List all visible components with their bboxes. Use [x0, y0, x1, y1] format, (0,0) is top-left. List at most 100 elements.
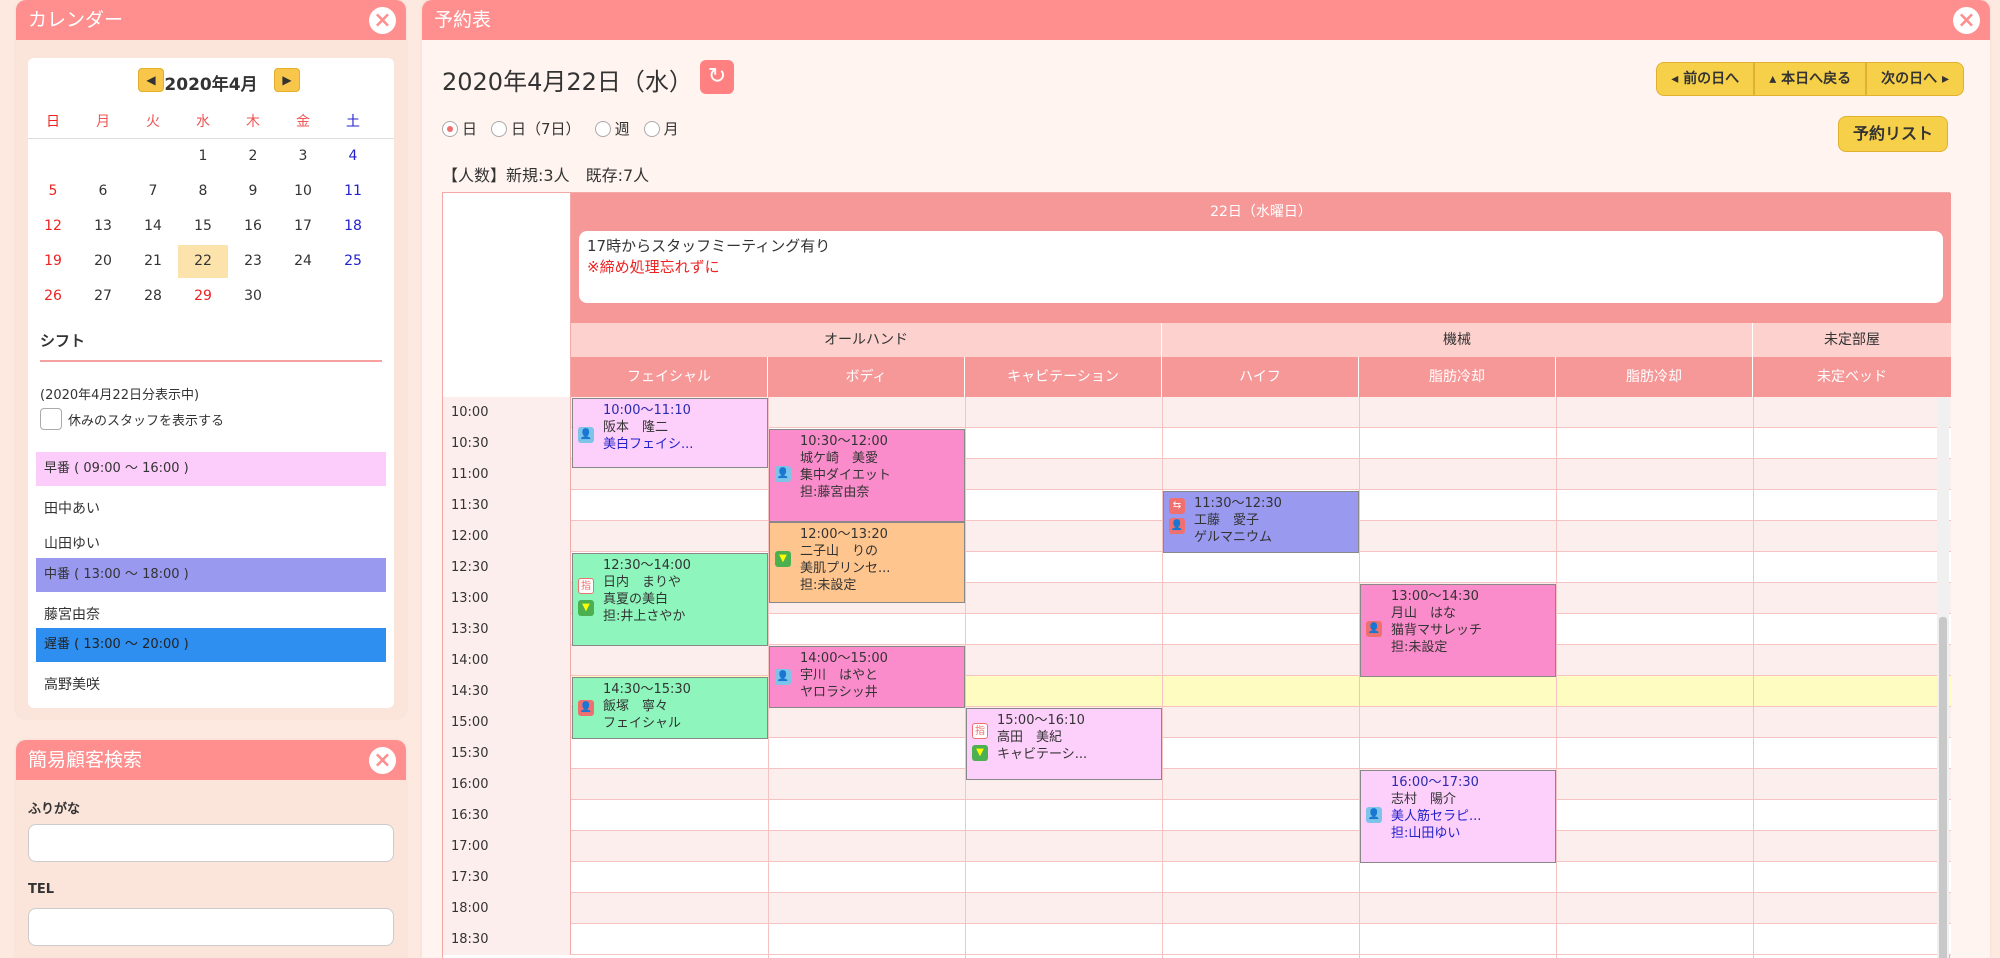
person-icon: 👤 [1366, 621, 1382, 637]
calendar-day[interactable]: 18 [328, 210, 378, 243]
close-search-icon[interactable]: × [369, 747, 396, 774]
show-off-staff-checkbox[interactable] [40, 408, 62, 430]
calendar-day[interactable]: 13 [78, 210, 128, 243]
calendar-day[interactable]: 25 [328, 245, 378, 278]
appointment-card[interactable]: ▼ 12:00〜13:20 二子山 りの 美肌プリンセ... 担:未設定 [769, 522, 965, 603]
close-reservation-icon[interactable]: × [1953, 7, 1980, 34]
calendar-day[interactable]: 21 [128, 245, 178, 278]
appointment-time: 16:00〜17:30 [1391, 775, 1479, 790]
calendar-day[interactable]: 29 [178, 280, 228, 313]
calendar-day[interactable]: 1 [178, 140, 228, 173]
appointment-card[interactable]: 👤 10:30〜12:00 城ケ崎 美愛 集中ダイエット 担:藤宮由奈 [769, 429, 965, 522]
next-day-button[interactable]: 次の日へ ▸ [1866, 62, 1964, 96]
time-row[interactable]: 14:00 [443, 645, 1951, 676]
group-machine: 機械 [1162, 323, 1753, 357]
customer-search-panel: 簡易顧客検索 × ふりがな TEL [16, 740, 406, 958]
col-body: ボディ [768, 357, 965, 397]
calendar-day[interactable]: 5 [28, 175, 78, 208]
menu-name: フェイシャル [603, 716, 682, 731]
kana-input[interactable] [28, 824, 394, 862]
time-row[interactable]: 16:30 [443, 800, 1951, 831]
calendar-day[interactable]: 24 [278, 245, 328, 278]
calendar-day[interactable]: 11 [328, 175, 378, 208]
view-label: 日 [462, 120, 478, 138]
weekday-sat: 土 [346, 113, 360, 130]
view-month-radio[interactable]: 月 [643, 118, 679, 139]
calendar-day[interactable]: 26 [28, 280, 78, 313]
calendar-day[interactable]: 20 [78, 245, 128, 278]
calendar-week: 5 6 7 8 9 10 11 [28, 174, 394, 209]
shift-title: シフト [40, 332, 86, 350]
customer-name: 志村 陽介 [1391, 792, 1457, 807]
view-7day-radio[interactable]: 日（7日） [491, 118, 581, 139]
calendar-day-selected[interactable]: 22 [178, 245, 228, 278]
view-day-radio[interactable]: 日 [442, 118, 477, 139]
repeat-icon: ⇆ [1169, 498, 1185, 514]
today-button[interactable]: ▴ 本日へ戻る [1754, 62, 1867, 96]
appointment-card[interactable]: 👤 14:30〜15:30 飯塚 寧々 フェイシャル [572, 677, 768, 739]
refresh-icon[interactable]: ↻ [700, 60, 734, 94]
calendar-day[interactable]: 23 [228, 245, 278, 278]
close-calendar-icon[interactable]: × [369, 7, 396, 34]
person-icon: 👤 [1366, 807, 1382, 823]
calendar-day[interactable]: 14 [128, 210, 178, 243]
memo-warning: ※締め処理忘れずに [587, 258, 720, 276]
person-icon: 👤 [775, 466, 791, 482]
time-label: 11:30 [443, 490, 571, 521]
appointment-card[interactable]: 👤 14:00〜15:00 宇川 はやと ヤロラシッ井 [769, 646, 965, 708]
show-off-staff-toggle[interactable]: 休みのスタッフを表示する [40, 408, 224, 430]
calendar-day[interactable]: 19 [28, 245, 78, 278]
reservation-list-button[interactable]: 予約リスト [1837, 116, 1948, 152]
time-row[interactable]: 18:00 [443, 893, 1951, 924]
schedule-grid: 22日（水曜日） 17時からスタッフミーティング有り ※締め処理忘れずに オール… [442, 192, 1951, 958]
schedule-corner [443, 193, 571, 397]
calendar-day[interactable]: 3 [278, 140, 328, 173]
appointment-card[interactable]: 指 ▼ 15:00〜16:10 高田 美紀 キャビテーシ... [966, 708, 1162, 780]
calendar-day[interactable]: 4 [328, 140, 378, 173]
appointment-card[interactable]: ⇆ 👤 11:30〜12:30 工藤 愛子 ゲルマニウム [1163, 491, 1359, 553]
column-divider [965, 397, 966, 958]
weekday-fri: 金 [296, 113, 310, 130]
calendar-day[interactable]: 6 [78, 175, 128, 208]
next-month-button[interactable]: ▶ [274, 68, 300, 92]
scrollbar-thumb[interactable] [1939, 617, 1947, 958]
customer-name: 月山 はな [1391, 606, 1457, 621]
calendar-day[interactable]: 10 [278, 175, 328, 208]
time-row[interactable]: 16:00 [443, 769, 1951, 800]
prev-day-button[interactable]: ◂ 前の日へ [1656, 62, 1755, 96]
tel-input[interactable] [28, 908, 394, 946]
calendar-body: ◀ 2020年4月 ▶ 日 月 火 水 木 金 土 1 2 3 4 5 6 7 … [28, 58, 394, 708]
day-memo[interactable]: 17時からスタッフミーティング有り ※締め処理忘れずに [579, 231, 1943, 303]
view-week-radio[interactable]: 週 [594, 118, 630, 139]
calendar-day[interactable]: 2 [228, 140, 278, 173]
time-row[interactable]: 15:30 [443, 738, 1951, 769]
day-header: 22日（水曜日） 17時からスタッフミーティング有り ※締め処理忘れずに [571, 193, 1951, 323]
calendar-day[interactable]: 17 [278, 210, 328, 243]
calendar-day[interactable]: 27 [78, 280, 128, 313]
calendar-day[interactable]: 8 [178, 175, 228, 208]
calendar-day[interactable]: 7 [128, 175, 178, 208]
view-switcher: 日 日（7日） 週 月 [442, 118, 679, 139]
customer-name: 日内 まりや [603, 575, 682, 590]
calendar-day[interactable]: 16 [228, 210, 278, 243]
calendar-day[interactable]: 9 [228, 175, 278, 208]
col-undecided: 未定ベッド [1817, 369, 1887, 385]
calendar-day[interactable]: 15 [178, 210, 228, 243]
schedule-scrollbar[interactable] [1937, 397, 1949, 958]
time-row[interactable]: 18:30 [443, 924, 1951, 955]
calendar-day[interactable]: 30 [228, 280, 278, 313]
appointment-card[interactable]: 👤 13:00〜14:30 月山 はな 猫背マサレッチ 担:未設定 [1360, 584, 1556, 677]
menu-name: 美白フェイシ... [603, 437, 694, 452]
staff-name: 高野美咲 [44, 677, 100, 693]
appointment-card[interactable]: 👤 16:00〜17:30 志村 陽介 美人筋セラピ... 担:山田ゆい [1360, 770, 1556, 863]
menu-name: 美人筋セラピ... [1391, 809, 1482, 824]
appointment-card[interactable]: 👤 10:00〜11:10 阪本 隆二 美白フェイシ... [572, 398, 768, 468]
reservation-panel-header: 予約表 × [422, 0, 1990, 40]
time-label: 15:00 [443, 707, 571, 738]
time-row[interactable]: 17:00 [443, 831, 1951, 862]
search-panel-title: 簡易顧客検索 [28, 749, 143, 771]
calendar-day[interactable]: 28 [128, 280, 178, 313]
time-row[interactable]: 17:30 [443, 862, 1951, 893]
appointment-card[interactable]: 指 ▼ 12:30〜14:00 日内 まりや 真夏の美白 担:井上さやか [572, 553, 768, 646]
calendar-day[interactable]: 12 [28, 210, 78, 243]
